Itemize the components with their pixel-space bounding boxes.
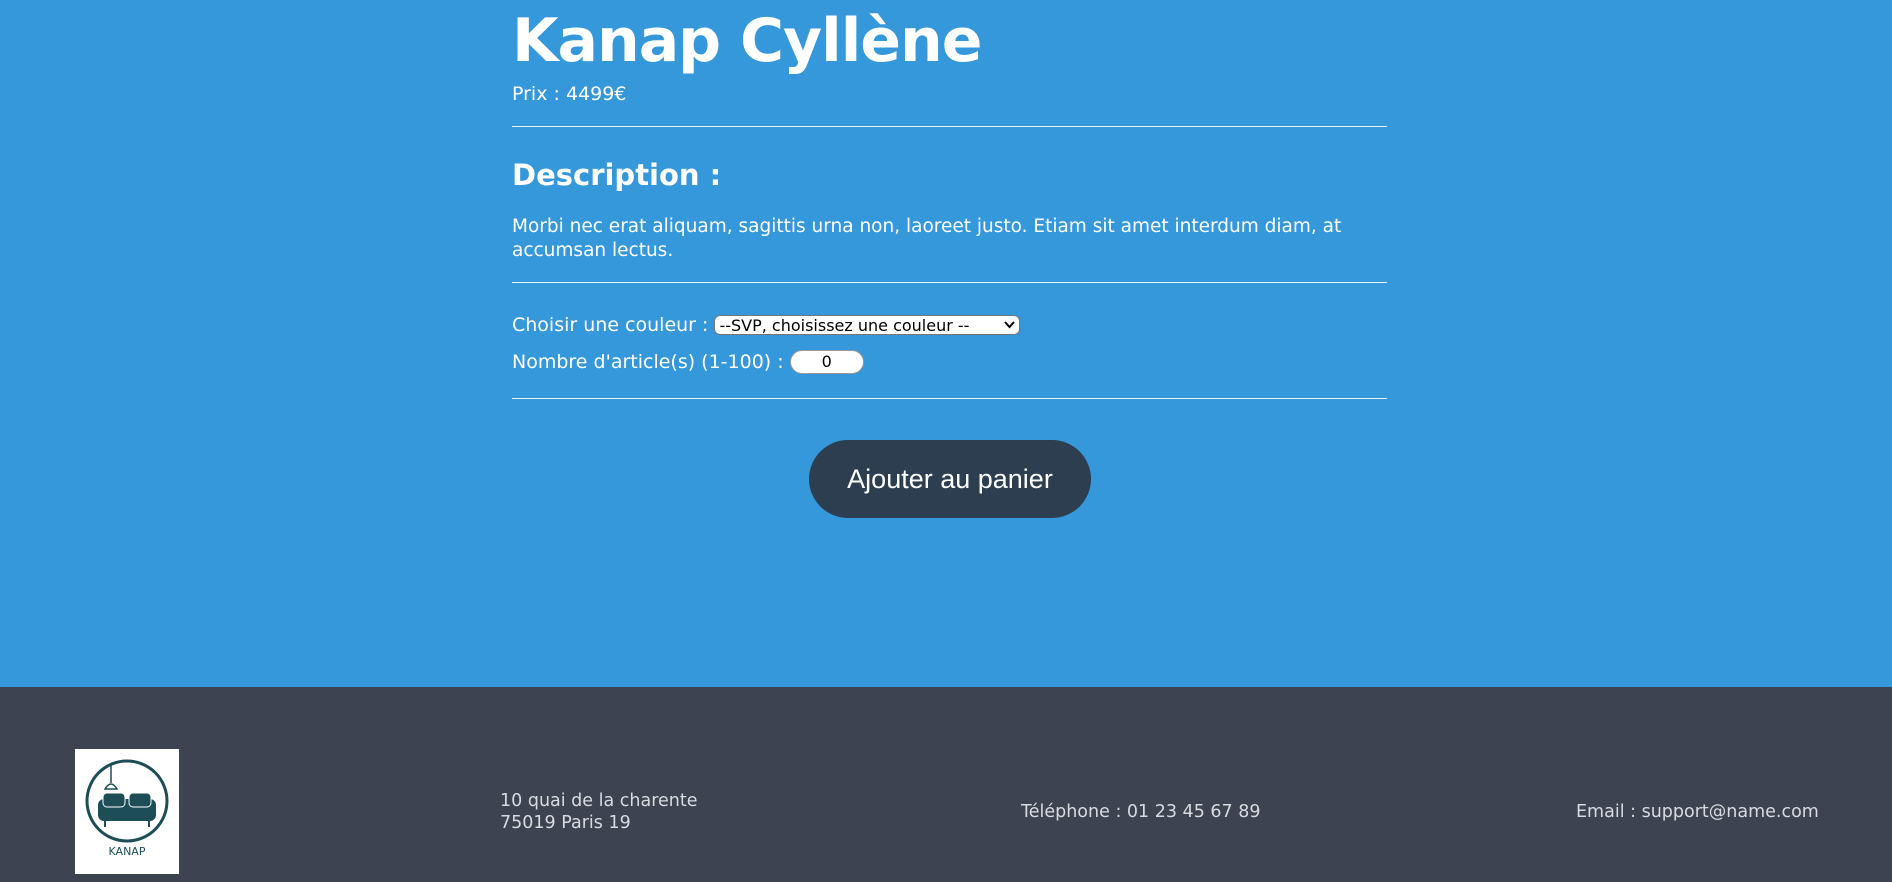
divider	[512, 282, 1387, 283]
quantity-option-row: Nombre d'article(s) (1-100) : 0	[512, 350, 864, 374]
address-line-1: 10 quai de la charente	[500, 791, 698, 811]
product-title: Kanap Cyllène	[512, 6, 982, 76]
quantity-label: Nombre d'article(s) (1-100) :	[512, 351, 784, 373]
page: Kanap Cyllène Prix : 4499€ Description :…	[0, 0, 1892, 882]
product-section: Kanap Cyllène Prix : 4499€ Description :…	[0, 0, 1892, 687]
add-to-cart-button[interactable]: Ajouter au panier	[809, 440, 1091, 518]
color-option-row: Choisir une couleur : --SVP, choisissez …	[512, 314, 1021, 336]
color-select-value: --SVP, choisissez une couleur --	[719, 315, 970, 335]
divider	[512, 398, 1387, 399]
footer-address: 10 quai de la charente 75019 Paris 19	[500, 790, 698, 834]
quantity-input[interactable]: 0	[789, 350, 864, 374]
logo-text: KANAP	[108, 845, 146, 858]
kanap-logo[interactable]: KANAP	[75, 749, 179, 874]
divider	[512, 126, 1387, 127]
description-title: Description :	[512, 158, 722, 192]
footer: KANAP 10 quai de la charente 75019 Paris…	[0, 687, 1892, 882]
footer-email[interactable]: Email : support@name.com	[1576, 801, 1819, 823]
color-select[interactable]: --SVP, choisissez une couleur --	[714, 315, 1021, 335]
footer-phone: Téléphone : 01 23 45 67 89	[1021, 802, 1261, 822]
description-text: Morbi nec erat aliquam, sagittis urna no…	[512, 216, 1342, 261]
color-label: Choisir une couleur :	[512, 314, 709, 336]
sofa-lamp-logo-icon	[85, 759, 169, 843]
product-price: Prix : 4499€	[512, 83, 627, 105]
address-line-2: 75019 Paris 19	[500, 813, 631, 833]
chevron-down-icon	[1004, 318, 1016, 332]
